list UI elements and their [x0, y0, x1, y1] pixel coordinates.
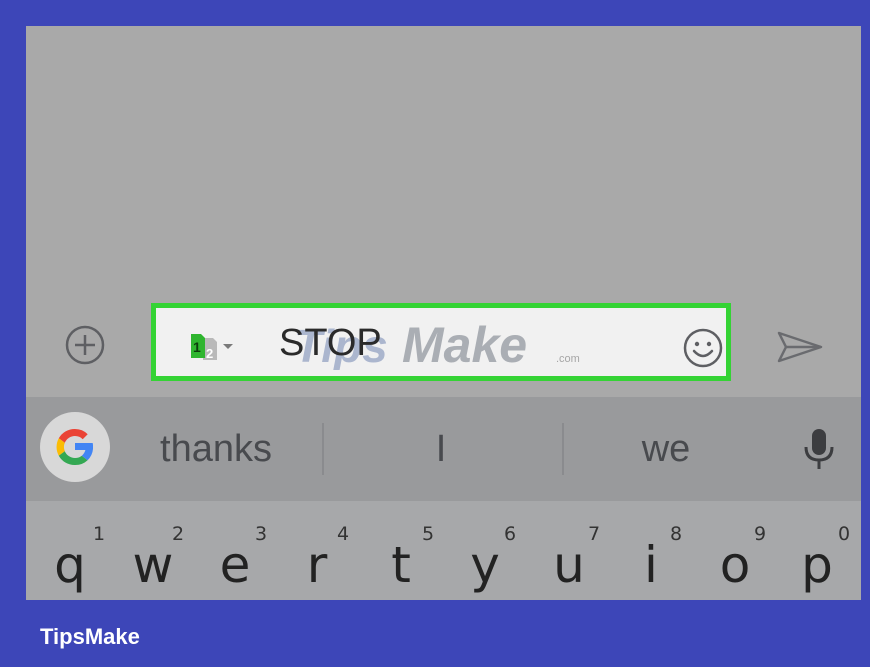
key-char: p: [801, 536, 833, 594]
suggestion-item[interactable]: thanks: [126, 397, 306, 501]
key-char: i: [644, 536, 658, 594]
key-r[interactable]: 4 r: [276, 501, 358, 600]
attach-button[interactable]: [64, 324, 106, 366]
key-char: w: [132, 536, 174, 594]
phone-screen: 2 1 Tips Make .com STOP thanks I we 1 q …: [26, 26, 861, 600]
smiley-icon: [683, 328, 723, 368]
watermark-text-3: .com: [556, 353, 580, 365]
sim-badge-2: 2: [206, 346, 213, 361]
dual-sim-icon: 2 1: [191, 334, 233, 361]
key-char: q: [54, 536, 86, 594]
emoji-button[interactable]: [682, 327, 724, 369]
key-char: r: [306, 536, 328, 594]
sim-badge-1: 1: [193, 339, 201, 355]
key-char: t: [391, 536, 411, 594]
key-p[interactable]: 0 p: [776, 501, 858, 600]
voice-input-button[interactable]: [802, 427, 836, 473]
send-button[interactable]: [776, 330, 824, 364]
key-char: o: [719, 536, 751, 594]
suggestion-item[interactable]: we: [566, 397, 766, 501]
sim-selector[interactable]: 2 1: [189, 332, 235, 362]
key-o[interactable]: 9 o: [694, 501, 776, 600]
frame: 2 1 Tips Make .com STOP thanks I we 1 q …: [0, 0, 870, 667]
send-icon: [777, 331, 823, 363]
brand-label: TipsMake: [40, 624, 140, 649]
key-q[interactable]: 1 q: [29, 501, 111, 600]
key-i[interactable]: 8 i: [610, 501, 692, 600]
suggestion-bar: thanks I we: [26, 397, 861, 501]
key-t[interactable]: 5 t: [360, 501, 442, 600]
keyboard-row: 1 q 2 w 3 e 4 r 5 t 6 y 7 u 8 i 9 o 0 p: [26, 501, 861, 600]
key-e[interactable]: 3 e: [194, 501, 276, 600]
google-g-icon: [56, 428, 93, 466]
microphone-icon: [804, 429, 834, 469]
key-w[interactable]: 2 w: [112, 501, 194, 600]
key-char: u: [553, 536, 585, 594]
key-char: y: [470, 536, 500, 594]
key-char: e: [219, 536, 251, 594]
suggestion-item[interactable]: I: [326, 397, 556, 501]
message-input-box[interactable]: 2 1 Tips Make .com STOP: [151, 303, 731, 381]
google-button[interactable]: [40, 412, 110, 482]
message-text: STOP: [279, 322, 382, 364]
suggestion-divider: [322, 423, 324, 475]
suggestion-divider: [562, 423, 564, 475]
key-y[interactable]: 6 y: [444, 501, 526, 600]
plus-circle-icon: [65, 325, 105, 365]
key-u[interactable]: 7 u: [528, 501, 610, 600]
watermark-text-2: Make: [402, 318, 527, 370]
